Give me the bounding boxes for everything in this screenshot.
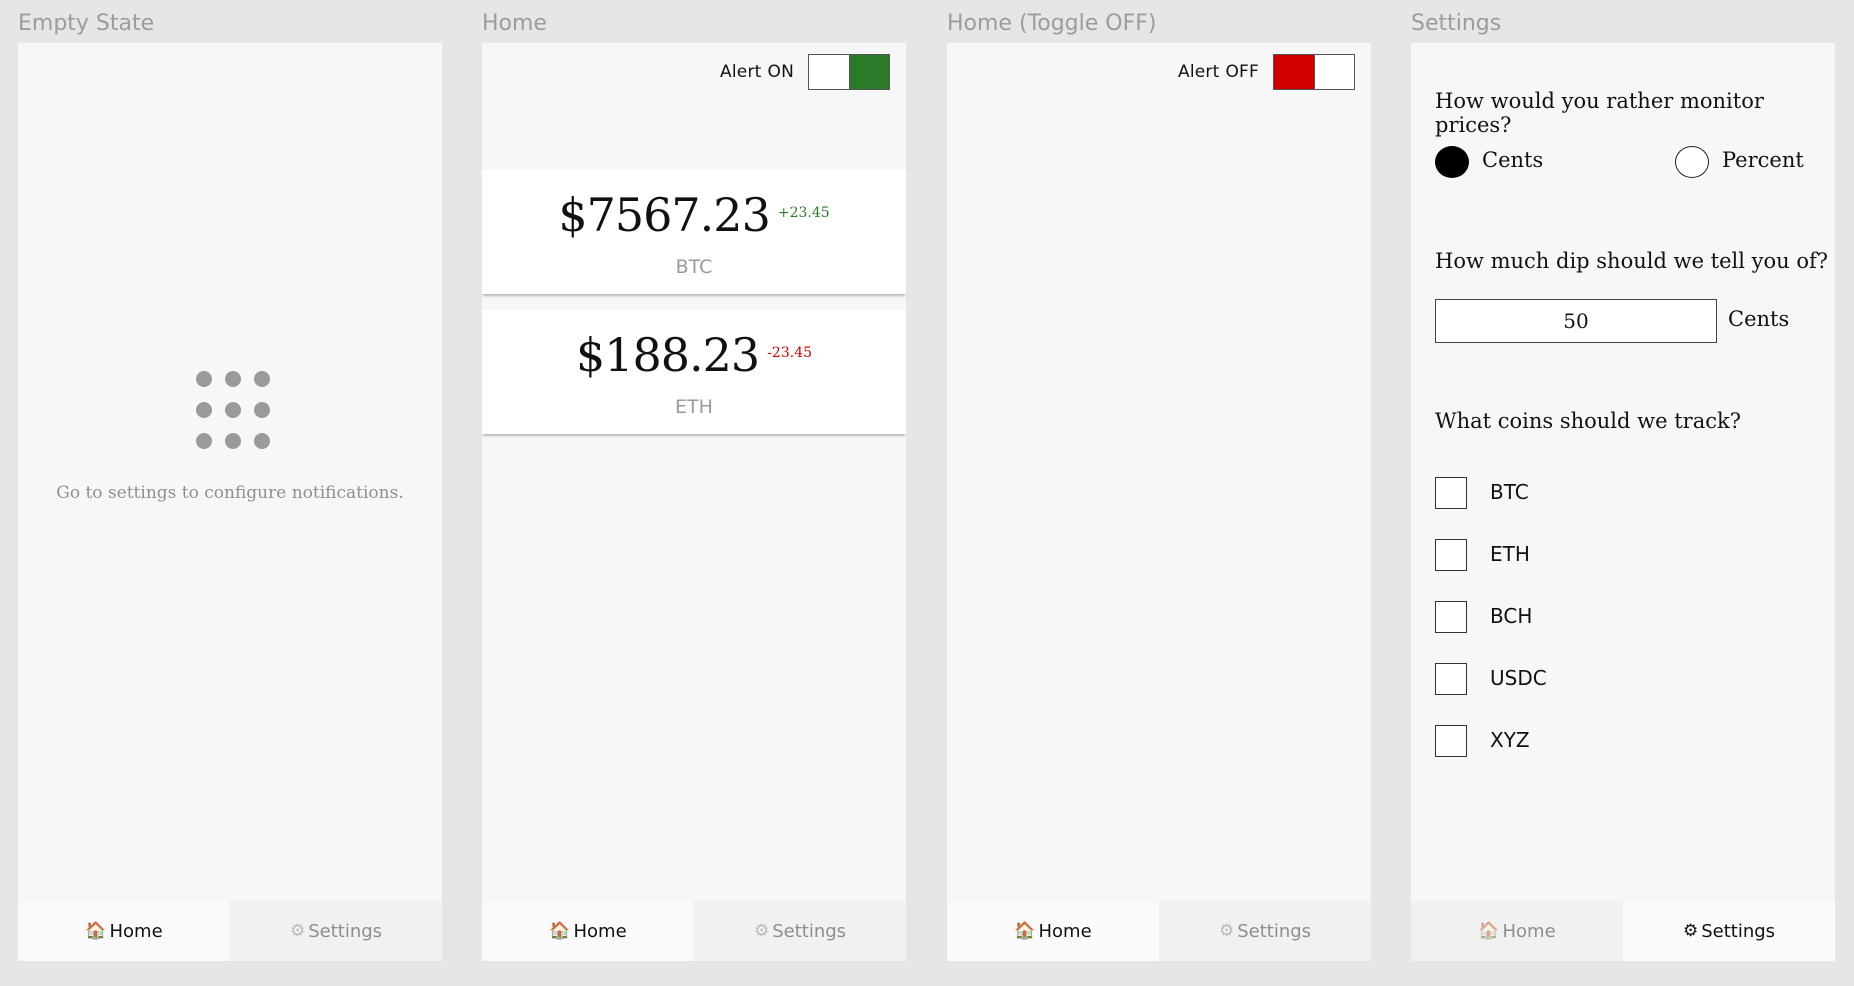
home-icon: 🏠 bbox=[85, 921, 107, 941]
checkbox-bch[interactable] bbox=[1435, 601, 1467, 633]
checkbox-xyz-label: XYZ bbox=[1490, 728, 1530, 752]
question-dip: How much dip should we tell you of? bbox=[1435, 249, 1829, 273]
tab-home[interactable]: 🏠 Home bbox=[947, 901, 1159, 961]
checkbox-xyz[interactable] bbox=[1435, 725, 1467, 757]
tab-bar: 🏠 Home ⚙ Settings bbox=[1411, 901, 1835, 961]
tab-home[interactable]: 🏠 Home bbox=[482, 901, 694, 961]
tab-bar: 🏠 Home ⚙ Settings bbox=[18, 901, 442, 961]
checkbox-btc-label: BTC bbox=[1490, 480, 1529, 504]
artboard-title-home: Home bbox=[482, 11, 547, 36]
tab-home-label: Home bbox=[109, 920, 163, 942]
price-value: $7567.23 bbox=[558, 188, 770, 242]
price-change: +23.45 bbox=[777, 205, 830, 221]
question-monitor: How would you rather monitor prices? bbox=[1435, 89, 1764, 137]
app-grid-icon bbox=[196, 371, 276, 451]
artboard-title-home-off: Home (Toggle OFF) bbox=[947, 11, 1157, 36]
home-icon: 🏠 bbox=[1478, 921, 1500, 941]
screen-empty-state: Go to settings to configure notification… bbox=[18, 43, 442, 961]
tab-settings-label: Settings bbox=[1237, 920, 1312, 942]
checkbox-eth-label: ETH bbox=[1490, 542, 1530, 566]
alert-label: Alert OFF bbox=[1177, 62, 1259, 82]
alert-row: Alert OFF bbox=[1178, 53, 1355, 91]
tab-settings-label: Settings bbox=[772, 920, 847, 942]
alert-toggle[interactable] bbox=[1273, 54, 1355, 90]
tab-home-label: Home bbox=[1502, 920, 1556, 942]
checkbox-eth[interactable] bbox=[1435, 539, 1467, 571]
checkbox-usdc-label: USDC bbox=[1490, 666, 1547, 690]
radio-percent[interactable] bbox=[1675, 146, 1709, 178]
gear-icon: ⚙ bbox=[1218, 921, 1235, 941]
alert-state: ON bbox=[767, 62, 794, 82]
price-change: -23.45 bbox=[767, 345, 813, 361]
tab-home[interactable]: 🏠 Home bbox=[18, 901, 230, 961]
price-value: $188.23 bbox=[575, 328, 760, 382]
gear-icon: ⚙ bbox=[289, 921, 306, 941]
radio-cents-label: Cents bbox=[1482, 148, 1544, 172]
tab-home-label: Home bbox=[1038, 920, 1092, 942]
screen-settings: How would you rather monitor prices? Cen… bbox=[1411, 43, 1835, 961]
tab-settings[interactable]: ⚙ Settings bbox=[1159, 901, 1371, 961]
alert-row: Alert ON bbox=[720, 53, 890, 91]
tab-bar: 🏠 Home ⚙ Settings bbox=[482, 901, 906, 961]
home-icon: 🏠 bbox=[1014, 921, 1036, 941]
radio-cents[interactable] bbox=[1435, 146, 1469, 178]
alert-state: OFF bbox=[1225, 62, 1259, 82]
alert-toggle[interactable] bbox=[808, 54, 890, 90]
checkbox-usdc[interactable] bbox=[1435, 663, 1467, 695]
checkbox-bch-label: BCH bbox=[1490, 604, 1533, 628]
coin-symbol: BTC bbox=[675, 256, 713, 278]
dip-amount-input[interactable]: 50 bbox=[1435, 299, 1717, 343]
artboard-title-settings: Settings bbox=[1411, 11, 1502, 36]
dip-unit-label: Cents bbox=[1728, 307, 1790, 331]
radio-percent-label: Percent bbox=[1722, 148, 1804, 172]
tab-bar: 🏠 Home ⚙ Settings bbox=[947, 901, 1371, 961]
gear-icon: ⚙ bbox=[753, 921, 770, 941]
tab-settings[interactable]: ⚙ Settings bbox=[694, 901, 906, 961]
question-coins: What coins should we track? bbox=[1435, 409, 1741, 433]
price-card-eth[interactable]: $188.23 -23.45 ETH bbox=[482, 310, 906, 434]
tab-home[interactable]: 🏠 Home bbox=[1411, 901, 1623, 961]
gear-icon: ⚙ bbox=[1682, 921, 1699, 941]
screen-home-toggle-off: Alert OFF 🏠 Home ⚙ Settings bbox=[947, 43, 1371, 961]
tab-settings-label: Settings bbox=[1701, 920, 1776, 942]
checkbox-btc[interactable] bbox=[1435, 477, 1467, 509]
tab-settings[interactable]: ⚙ Settings bbox=[1623, 901, 1835, 961]
tab-home-label: Home bbox=[573, 920, 627, 942]
tab-settings-label: Settings bbox=[308, 920, 383, 942]
empty-state-message: Go to settings to configure notification… bbox=[56, 483, 404, 503]
home-icon: 🏠 bbox=[549, 921, 571, 941]
tab-settings[interactable]: ⚙ Settings bbox=[230, 901, 442, 961]
artboard-title-empty: Empty State bbox=[18, 11, 155, 36]
coin-symbol: ETH bbox=[675, 396, 713, 418]
price-card-btc[interactable]: $7567.23 +23.45 BTC bbox=[482, 170, 906, 294]
screen-home: Alert ON $7567.23 +23.45 BTC $188.23 -23.45… bbox=[482, 43, 906, 961]
alert-label: Alert ON bbox=[720, 62, 794, 82]
